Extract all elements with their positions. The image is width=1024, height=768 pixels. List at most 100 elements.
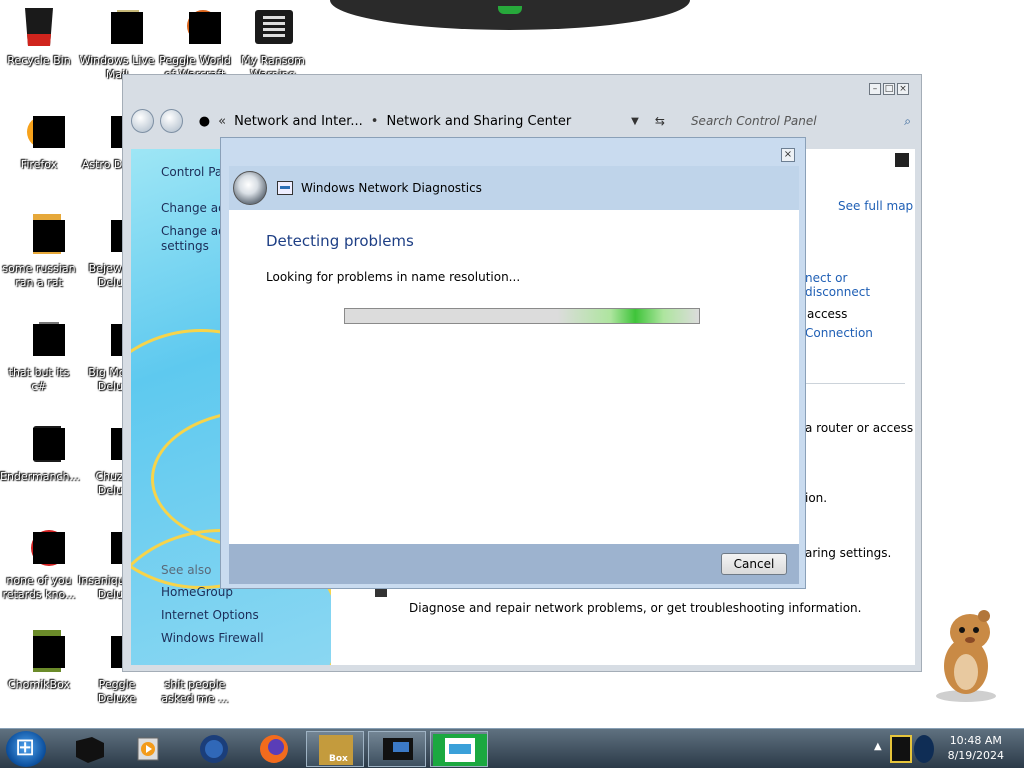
dialog-footer: Cancel [229, 544, 799, 584]
refresh-icon[interactable]: ⇆ [655, 114, 665, 128]
icon-label: some russian ran a rat [2, 262, 76, 289]
dialog-close-button[interactable]: × [781, 148, 795, 162]
router-text: a router or access [805, 421, 914, 435]
redacted-block [33, 116, 65, 148]
see-full-map-link[interactable]: See full map [838, 199, 913, 213]
breadcrumb-overflow-icon[interactable]: « [218, 114, 226, 129]
taskbar-media-player-icon[interactable] [122, 731, 180, 767]
clock[interactable]: 10:48 AM 8/19/2024 [948, 733, 1004, 763]
desktop-icon-chomikbox[interactable]: ChomikBox [0, 630, 78, 692]
clock-date: 8/19/2024 [947, 749, 1004, 762]
taskbar: Box ▲ 10:48 AM 8/19/2024 [0, 728, 1024, 768]
endermanch-icon [17, 422, 77, 466]
diagnose-text: Diagnose and repair network problems, or… [409, 601, 862, 615]
sharing-text: aring settings. [805, 546, 892, 560]
taskbar-box-label: Box [329, 754, 348, 764]
desktop-icon-none-of-you[interactable]: none of you retards kno... [0, 526, 78, 602]
see-also-heading: See also [161, 563, 212, 577]
icon-label: ChomikBox [8, 678, 70, 691]
clock-time: 10:48 AM [949, 734, 1002, 747]
top-decoration [330, 0, 690, 30]
dialog-body: Detecting problems Looking for problems … [229, 210, 799, 544]
forward-button[interactable] [159, 109, 183, 133]
icon-label: Recycle Bin [7, 54, 71, 67]
dialog-header: Windows Network Diagnostics [229, 166, 799, 210]
desktop-icon-russian-rat[interactable]: some russian ran a rat [0, 214, 78, 290]
progress-bar [344, 308, 700, 324]
address-bar: ● « Network and Inter... • Network and S… [131, 103, 915, 139]
back-arrow-icon[interactable] [233, 171, 267, 205]
peggle-world-icon [173, 6, 221, 50]
network-diagnostics-dialog: × Windows Network Diagnostics Detecting … [220, 137, 806, 589]
chomikbox-icon [17, 630, 77, 674]
icon-label: none of you retards kno... [2, 574, 76, 601]
redacted-block [33, 324, 65, 356]
redacted-block [33, 220, 65, 252]
taskbar-ransom-window-icon[interactable] [368, 731, 426, 767]
breadcrumb-network-internet[interactable]: Network and Inter... [234, 114, 363, 129]
ransom-warning-icon [251, 6, 295, 50]
breadcrumb: ● « Network and Inter... • Network and S… [199, 114, 597, 129]
icon-label: that but its c# [8, 366, 70, 393]
hamster-desktop-pet[interactable] [932, 604, 1004, 704]
network-diagnostics-icon [277, 181, 293, 195]
cancel-button[interactable]: Cancel [721, 553, 787, 575]
icon-label: Firefox [20, 158, 58, 171]
ion-text: ion. [805, 491, 828, 505]
redacted-block [33, 428, 65, 460]
redacted-block [111, 12, 143, 44]
icon-label: shit people asked me ... [161, 678, 229, 705]
access-text: access [807, 307, 848, 321]
progress-fill [345, 309, 699, 323]
decoration-lights [498, 6, 522, 14]
breadcrumb-separator-icon: • [370, 113, 379, 129]
search-placeholder: Search Control Panel [690, 114, 817, 128]
sidebar-link-internet-options[interactable]: Internet Options [161, 608, 259, 622]
search-icon[interactable]: ⌕ [904, 114, 911, 129]
back-button[interactable] [131, 109, 154, 133]
desktop-icon-recycle-bin[interactable]: Recycle Bin [0, 6, 78, 68]
address-dropdown-icon[interactable]: ▼ [631, 116, 639, 127]
tray-expand-icon[interactable]: ▲ [874, 741, 882, 752]
taskbar-globe-icon[interactable] [186, 731, 244, 767]
search-input[interactable]: Search Control Panel ⌕ [687, 110, 915, 132]
rat-app-icon [17, 214, 77, 258]
dialog-message: Looking for problems in name resolution.… [266, 270, 521, 284]
taskbar-firefox-icon[interactable] [246, 731, 304, 767]
firefox-icon [17, 110, 65, 154]
desktop-icon-that-but-csharp[interactable]: that but its c# [0, 318, 78, 394]
red-circle-icon [17, 526, 67, 570]
maximize-button[interactable]: □ [883, 83, 895, 95]
recycle-bin-icon [17, 6, 61, 50]
start-button[interactable] [6, 731, 46, 767]
tray-network-icon[interactable] [890, 735, 912, 763]
sidebar-link-windows-firewall[interactable]: Windows Firewall [161, 631, 264, 645]
dialog-heading: Detecting problems [266, 232, 414, 250]
shortcut-icon [17, 318, 65, 362]
tray-volume-icon[interactable] [914, 735, 934, 763]
taskbar-network-center-icon[interactable] [430, 731, 488, 767]
redacted-block [33, 532, 65, 564]
taskbar-app-black-box-icon[interactable] [62, 731, 120, 767]
icon-label: Peggle Deluxe [97, 678, 137, 705]
divider [801, 383, 905, 384]
close-button[interactable]: × [897, 83, 909, 95]
network-folder-icon: ● [198, 113, 211, 129]
taskbar-chomikbox-icon[interactable]: Box [306, 731, 364, 767]
connection-link[interactable]: Connection [805, 326, 873, 340]
dialog-title: Windows Network Diagnostics [301, 181, 482, 195]
system-tray: ▲ 10:48 AM 8/19/2024 [864, 729, 1024, 768]
minimize-button[interactable]: – [869, 83, 881, 95]
redacted-block [189, 12, 221, 44]
desktop-icon-firefox[interactable]: Firefox [0, 110, 78, 172]
connect-disconnect-link[interactable]: nect or disconnect [805, 271, 915, 299]
mail-icon [95, 6, 143, 50]
desktop-icon-peggle-world[interactable]: Peggle World of Warcraft [156, 6, 234, 82]
desktop-icon-windows-live-mail[interactable]: Windows Live Mail [78, 6, 156, 82]
icon-label: Endermanch... [0, 470, 80, 483]
desktop-icon-endermanch[interactable]: Endermanch... [0, 422, 80, 484]
breadcrumb-sharing-center[interactable]: Network and Sharing Center [386, 114, 571, 129]
redacted-block [33, 636, 65, 668]
help-icon[interactable] [895, 153, 909, 167]
window-controls: – □ × [869, 83, 909, 95]
